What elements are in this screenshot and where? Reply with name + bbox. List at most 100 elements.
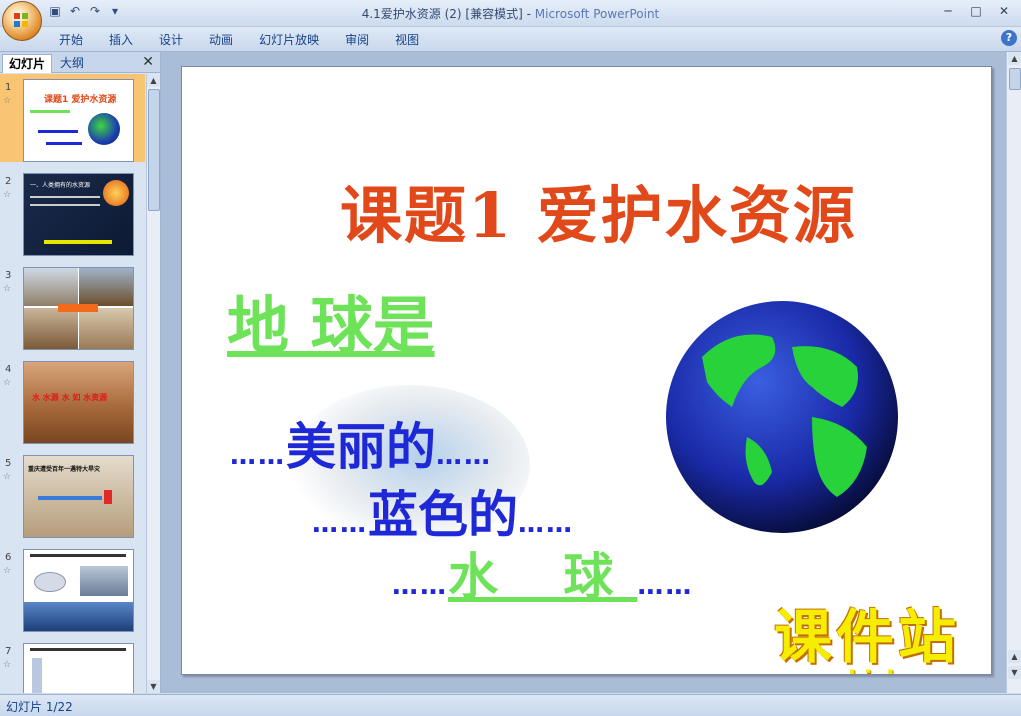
dots-leader: …… [518,509,574,539]
dots-leader: …… [392,571,448,601]
office-button[interactable] [2,1,42,41]
thumbnail-slide-1[interactable]: 1 ☆ 课题1 爱护水资源 [0,74,145,162]
thumbnail-blue-text [38,496,102,500]
thumbnail-photo [24,268,78,306]
thumbnail-blue-text [46,142,82,145]
word-beautiful: 美丽的 [286,417,436,476]
globe-image [666,301,898,533]
thumbnail-text-line [30,204,100,206]
next-slide-icon[interactable]: ▼ [1008,666,1021,679]
previous-slide-icon[interactable]: ▲ [1008,650,1021,663]
thumbnail-image [23,267,134,350]
close-pane-icon[interactable]: ✕ [142,54,154,70]
thumbnail-text-line [30,196,100,198]
minimize-button[interactable]: ─ [935,2,961,20]
thumbnail-number: 6 [5,552,12,563]
dots-leader: …… [436,441,492,471]
ribbon-tabs: 开始 插入 设计 动画 幻灯片放映 审阅 视图 [46,31,432,49]
thumbnail-photo [24,308,78,349]
thumbnail-image: 水 水源 水 如 水资源 [23,361,134,444]
slides-pane: 幻灯片 大纲 ✕ 1 ☆ 课题1 爱护水资源 2 ☆ 一、人类拥有的水资源 3 … [0,52,161,693]
current-slide[interactable]: 课题1 爱护水资源 地 球是 ……美丽的…… ……蓝色的…… ……水 球…… 课… [181,66,992,675]
tab-review[interactable]: 审阅 [332,31,382,49]
thumbnail-label [58,304,98,312]
thumbnail-bar [32,658,42,693]
tab-home[interactable]: 开始 [46,31,96,49]
tab-view[interactable]: 视图 [382,31,432,49]
thumbnail-photo [79,308,133,349]
line-water-planet: ……水 球…… [392,537,693,609]
scroll-up-icon[interactable]: ▲ [1008,52,1021,65]
status-bar: 幻灯片 1/22 [0,694,1021,716]
animation-star-icon: ☆ [3,284,12,294]
thumbnail-chart [34,572,66,592]
thumbnail-image [23,643,134,693]
tab-insert[interactable]: 插入 [96,31,146,49]
thumbnail-number: 1 [5,82,12,93]
dots-leader: …… [312,509,368,539]
thumbnail-image: 重庆遭受百年一遇特大旱灾 [23,455,134,538]
thumbnail-slide-2[interactable]: 2 ☆ 一、人类拥有的水资源 [0,168,145,256]
thumbnail-slide-6[interactable]: 6 ☆ [0,544,145,632]
thumbnail-slide-3[interactable]: 3 ☆ [0,262,145,350]
thumbnail-number: 5 [5,458,12,469]
maximize-button[interactable]: □ [963,2,989,20]
earth-is-text: 地 球是 [227,289,435,362]
tab-slides[interactable]: 幻灯片 [2,54,53,73]
scroll-up-icon[interactable]: ▲ [147,74,160,87]
thumbnail-blue-text [38,130,78,133]
line-beautiful: ……美丽的…… [230,407,492,479]
thumbnail-number: 2 [5,176,12,187]
office-logo-icon [14,13,28,27]
thumbnail-list: 1 ☆ 课题1 爱护水资源 2 ☆ 一、人类拥有的水资源 3 ☆ 4 ☆ 水 水… [0,74,145,693]
thumbnail-photo [80,566,128,596]
dots-leader: …… [637,571,694,601]
thumbnail-photo [24,602,133,631]
thumbnail-scrollbar[interactable]: ▲ ▼ [146,74,160,693]
thumbnail-title: 水 水源 水 如 水资源 [32,393,108,402]
thumbnail-globe [88,113,120,145]
thumbnail-figure [104,490,112,504]
scroll-thumb[interactable] [1009,68,1021,90]
thumbnail-photo [79,268,133,306]
app-name: Microsoft PowerPoint [534,7,660,21]
watermark-logo-text: 课件站 [774,603,961,671]
tab-slideshow[interactable]: 幻灯片放映 [246,31,332,49]
slide-counter: 幻灯片 1/22 [6,700,73,714]
help-icon[interactable]: ? [1001,30,1017,46]
thumbnail-image [23,549,134,632]
watermark-url: www.kjzhan.com [774,667,991,674]
animation-star-icon: ☆ [3,566,12,576]
tab-animations[interactable]: 动画 [196,31,246,49]
title-bar: ▣ ↶ ↷ ▾ 4.1爱护水资源 (2) [兼容模式] - Microsoft … [0,0,1021,27]
thumbnail-title: 一、人类拥有的水资源 [30,182,91,189]
tab-outline[interactable]: 大纲 [54,54,90,72]
pane-tabs: 幻灯片 大纲 ✕ [0,52,160,73]
window-title: 4.1爱护水资源 (2) [兼容模式] - Microsoft PowerPoi… [0,5,1021,22]
thumbnail-slide-5[interactable]: 5 ☆ 重庆遭受百年一遇特大旱灾 [0,450,145,538]
animation-star-icon: ☆ [3,472,12,482]
slide-title: 课题1 爱护水资源 [340,179,857,252]
scroll-down-icon[interactable]: ▼ [147,680,160,693]
thumbnail-title: 课题1 爱护水资源 [44,95,117,105]
thumbnail-number: 7 [5,646,12,657]
animation-star-icon: ☆ [3,190,12,200]
thumbnail-image: 课题1 爱护水资源 [23,79,134,162]
animation-star-icon: ☆ [3,660,12,670]
thumbnail-text-line [30,648,126,651]
watermark: 课件站 www.kjzhan.com [774,603,991,674]
thumbnail-slide-4[interactable]: 4 ☆ 水 水源 水 如 水资源 [0,356,145,444]
thumbnail-number: 4 [5,364,12,375]
thumbnail-image: 一、人类拥有的水资源 [23,173,134,256]
thumbnail-text-line [30,554,126,557]
thumbnail-slide-7[interactable]: 7 ☆ [0,638,145,693]
thumbnail-green-text [30,110,70,113]
scroll-thumb[interactable] [148,89,160,211]
slide-scrollbar[interactable]: ▲ ▲ ▼ [1006,52,1021,693]
word-water-planet: 水 球 [448,547,638,606]
tab-design[interactable]: 设计 [146,31,196,49]
close-button[interactable]: ✕ [991,2,1017,20]
thumbnail-number: 3 [5,270,12,281]
thumbnail-yellow-text [44,240,112,244]
animation-star-icon: ☆ [3,96,12,106]
